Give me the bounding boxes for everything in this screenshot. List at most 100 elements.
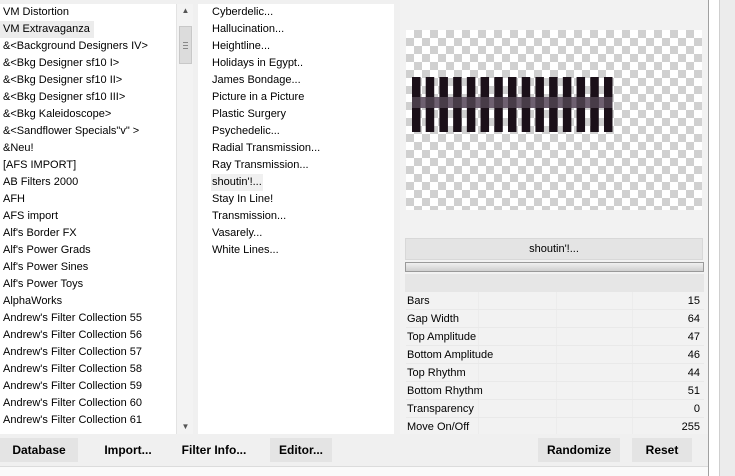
category-item[interactable]: Alf's Power Grads: [0, 242, 176, 259]
filter-item[interactable]: Hallucination...: [198, 21, 394, 38]
preview-bar-band: [508, 97, 517, 108]
parameter-list: Bars 15 Gap Width 64 Top Amplitude 47 Bottom A…: [406, 292, 704, 436]
category-item[interactable]: AFS import: [0, 208, 176, 225]
database-button[interactable]: Database: [0, 438, 78, 462]
category-item[interactable]: Andrew's Filter Collection 55: [0, 310, 176, 327]
filter-item-label: Radial Transmission...: [212, 142, 321, 154]
param-value: 51: [687, 385, 700, 397]
category-item[interactable]: &<Bkg Designer sf10 II>: [0, 72, 176, 89]
param-slider[interactable]: Bars 15: [406, 292, 704, 310]
param-slider[interactable]: Top Rhythm 44: [406, 364, 704, 382]
preview-image: [406, 30, 702, 210]
category-item[interactable]: Andrew's Filter Collection 58: [0, 361, 176, 378]
import-button[interactable]: Import...: [96, 438, 160, 462]
filter-info-button[interactable]: Filter Info...: [176, 438, 252, 462]
category-item[interactable]: &<Sandflower Specials"v" >: [0, 123, 176, 140]
param-value: 64: [687, 313, 700, 325]
filter-item[interactable]: White Lines...: [198, 242, 394, 259]
category-item[interactable]: &<Background Designers IV>: [0, 38, 176, 55]
preview-bar-band: [412, 97, 421, 108]
param-label: Bottom Rhythm: [407, 385, 483, 397]
preview-bar-band: [425, 97, 435, 108]
param-value: 15: [687, 295, 700, 307]
category-item[interactable]: VM Extravaganza: [0, 21, 94, 38]
category-item[interactable]: Andrew's Filter Collection 57: [0, 344, 176, 361]
preview-bar-band: [562, 97, 572, 108]
preview-bar-band: [535, 97, 544, 108]
category-item[interactable]: [AFS IMPORT]: [0, 157, 176, 174]
editor-button[interactable]: Editor...: [270, 438, 332, 462]
filter-item[interactable]: Ray Transmission...: [198, 157, 394, 174]
param-value: 0: [693, 403, 700, 415]
param-slider[interactable]: Transparency 0: [406, 400, 704, 418]
filter-settings-panel: shoutin'!... Bars 15 Gap Width 64 Top Amplit…: [400, 0, 708, 476]
filter-item[interactable]: Psychedelic...: [198, 123, 394, 140]
category-item[interactable]: &Neu!: [0, 140, 176, 157]
category-item[interactable]: &<Bkg Kaleidoscope>: [0, 106, 176, 123]
filter-item[interactable]: Transmission...: [198, 208, 394, 225]
filter-item-label: shoutin'!...: [211, 174, 263, 191]
filter-item-label: Hallucination...: [212, 23, 285, 35]
filter-list[interactable]: Cyberdelic... Hallucination... Heightline.…: [198, 4, 394, 434]
filter-item-label: Stay In Line!: [212, 193, 274, 205]
param-value: 46: [687, 349, 700, 361]
filter-item-label: Transmission...: [212, 210, 287, 222]
randomize-button[interactable]: Randomize: [538, 438, 620, 462]
category-item[interactable]: AB Filters 2000: [0, 174, 176, 191]
preview-bar-band: [480, 97, 490, 108]
filter-item-label: Vasarely...: [212, 227, 263, 239]
window-edge: [708, 0, 735, 476]
param-slider[interactable]: Gap Width 64: [406, 310, 704, 328]
filter-item-label: Holidays in Egypt..: [212, 57, 304, 69]
param-slider[interactable]: Bottom Amplitude 46: [406, 346, 704, 364]
category-item[interactable]: AlphaWorks: [0, 293, 176, 310]
category-item[interactable]: Andrew's Filter Collection 56: [0, 327, 176, 344]
filter-item-label: James Bondage...: [212, 74, 301, 86]
param-slider[interactable]: Top Amplitude 47: [406, 328, 704, 346]
scroll-down-arrow-icon[interactable]: ▼: [177, 420, 194, 434]
param-label: Transparency: [407, 403, 474, 415]
filter-item[interactable]: shoutin'!...: [198, 174, 394, 191]
scroll-up-arrow-icon[interactable]: ▲: [177, 4, 194, 18]
param-value: 44: [687, 367, 700, 379]
filter-name-label: shoutin'!...: [405, 238, 703, 260]
category-item[interactable]: Alf's Power Toys: [0, 276, 176, 293]
progress-bar: [405, 262, 704, 272]
preview-bar-band: [453, 97, 462, 108]
preview-bar-band: [590, 97, 599, 108]
filter-item[interactable]: Stay In Line!: [198, 191, 394, 208]
scrollbar-thumb[interactable]: [179, 26, 192, 64]
category-item[interactable]: Alf's Power Sines: [0, 259, 176, 276]
category-item[interactable]: Andrew's Filter Collection 61: [0, 412, 176, 429]
param-label: Gap Width: [407, 313, 459, 325]
filter-item-label: White Lines...: [212, 244, 279, 256]
reset-button[interactable]: Reset: [632, 438, 692, 462]
filter-item[interactable]: James Bondage...: [198, 72, 394, 89]
category-list[interactable]: VM Distortion VM Extravaganza &<Background…: [0, 4, 176, 434]
preview-bar-band: [576, 97, 586, 108]
category-item[interactable]: AFH: [0, 191, 176, 208]
preview-bar-band: [521, 97, 531, 108]
filter-item[interactable]: Plastic Surgery: [198, 106, 394, 123]
filter-item[interactable]: Cyberdelic...: [198, 4, 394, 21]
filter-item-label: Heightline...: [212, 40, 271, 52]
category-item[interactable]: Andrew's Filter Collection 60: [0, 395, 176, 412]
filter-item[interactable]: Radial Transmission...: [198, 140, 394, 157]
filter-item[interactable]: Heightline...: [198, 38, 394, 55]
filter-item-label: Cyberdelic...: [212, 6, 274, 18]
bottom-toolbar: Database Import... Filter Info... Editor…: [0, 434, 708, 466]
param-label: Top Amplitude: [407, 331, 477, 343]
preview-bar-band: [439, 97, 448, 108]
category-item[interactable]: Andrew's Filter Collection 59: [0, 378, 176, 395]
param-slider[interactable]: Bottom Rhythm 51: [406, 382, 704, 400]
category-item[interactable]: VM Distortion: [0, 4, 176, 21]
filter-item[interactable]: Vasarely...: [198, 225, 394, 242]
filter-item-label: Psychedelic...: [212, 125, 280, 137]
category-item[interactable]: &<Bkg Designer sf10 I>: [0, 55, 176, 72]
category-item[interactable]: &<Bkg Designer sf10 III>: [0, 89, 176, 106]
category-scrollbar[interactable]: ▲ ▼: [176, 4, 193, 434]
filter-item[interactable]: Holidays in Egypt..: [198, 55, 394, 72]
category-item[interactable]: Alf's Border FX: [0, 225, 176, 242]
filter-item[interactable]: Picture in a Picture: [198, 89, 394, 106]
preview-bars: [412, 77, 613, 132]
